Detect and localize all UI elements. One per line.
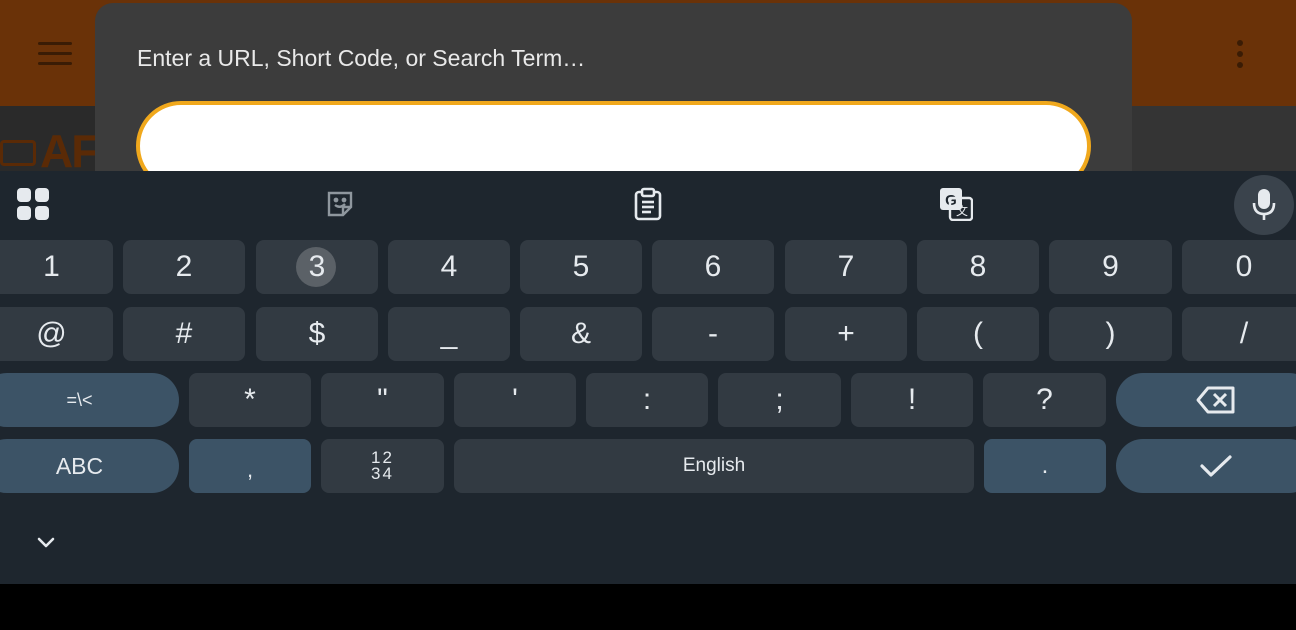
- key-6[interactable]: 6: [652, 240, 774, 294]
- key-8[interactable]: 8: [917, 240, 1039, 294]
- checkmark-icon: [1200, 455, 1232, 477]
- key-colon[interactable]: :: [586, 373, 708, 427]
- url-dialog: Enter a URL, Short Code, or Search Term……: [95, 3, 1132, 192]
- key-9[interactable]: 9: [1049, 240, 1172, 294]
- apps-grid-icon[interactable]: [7, 181, 59, 227]
- symbols-toggle-key[interactable]: =\<: [0, 373, 179, 427]
- key-period[interactable]: .: [984, 439, 1106, 493]
- abc-key[interactable]: ABC: [0, 439, 179, 493]
- key-3[interactable]: 3: [256, 240, 378, 294]
- translate-icon[interactable]: G 文: [930, 181, 982, 227]
- app-logo-icon: [0, 140, 36, 166]
- key-dollar[interactable]: $: [256, 307, 378, 361]
- numpad-key[interactable]: 12 34: [321, 439, 444, 493]
- app-logo: AF: [40, 125, 99, 177]
- sticker-icon[interactable]: [314, 181, 366, 227]
- key-7[interactable]: 7: [785, 240, 907, 294]
- key-semicolon[interactable]: ;: [718, 373, 841, 427]
- key-slash[interactable]: /: [1182, 307, 1296, 361]
- key-hash[interactable]: #: [123, 307, 245, 361]
- collapse-keyboard-icon[interactable]: [30, 529, 62, 557]
- key-question[interactable]: ?: [983, 373, 1106, 427]
- keyboard-toolbar: G 文: [0, 171, 1296, 235]
- microphone-icon[interactable]: [1234, 175, 1294, 235]
- key-minus[interactable]: -: [652, 307, 774, 361]
- clipboard-icon[interactable]: [622, 181, 674, 227]
- svg-text:文: 文: [956, 203, 968, 218]
- key-4[interactable]: 4: [388, 240, 510, 294]
- app-content-right: [1132, 106, 1296, 172]
- backspace-icon: [1196, 386, 1235, 414]
- key-close-paren[interactable]: ): [1049, 307, 1172, 361]
- key-comma[interactable]: ,: [189, 439, 311, 493]
- key-open-paren[interactable]: (: [917, 307, 1039, 361]
- menu-icon[interactable]: [38, 42, 72, 68]
- key-5[interactable]: 5: [520, 240, 642, 294]
- key-single-quote[interactable]: ': [454, 373, 576, 427]
- key-2[interactable]: 2: [123, 240, 245, 294]
- backspace-key[interactable]: [1116, 373, 1296, 427]
- space-key[interactable]: English: [454, 439, 974, 493]
- key-0[interactable]: 0: [1182, 240, 1296, 294]
- enter-key[interactable]: [1116, 439, 1296, 493]
- soft-keyboard: G 文 1 2 3 4 5 6 7 8 9 0 @ # $ _ & - + ( …: [0, 171, 1296, 584]
- key-exclamation[interactable]: !: [851, 373, 973, 427]
- dialog-prompt: Enter a URL, Short Code, or Search Term…: [137, 45, 586, 71]
- system-navigation-bar: [0, 584, 1296, 630]
- key-plus[interactable]: +: [785, 307, 907, 361]
- key-at[interactable]: @: [0, 307, 113, 361]
- key-underscore[interactable]: _: [388, 307, 510, 361]
- key-1[interactable]: 1: [0, 240, 113, 294]
- more-options-icon[interactable]: [1234, 40, 1246, 72]
- key-asterisk[interactable]: *: [189, 373, 311, 427]
- key-double-quote[interactable]: ": [321, 373, 444, 427]
- key-ampersand[interactable]: &: [520, 307, 642, 361]
